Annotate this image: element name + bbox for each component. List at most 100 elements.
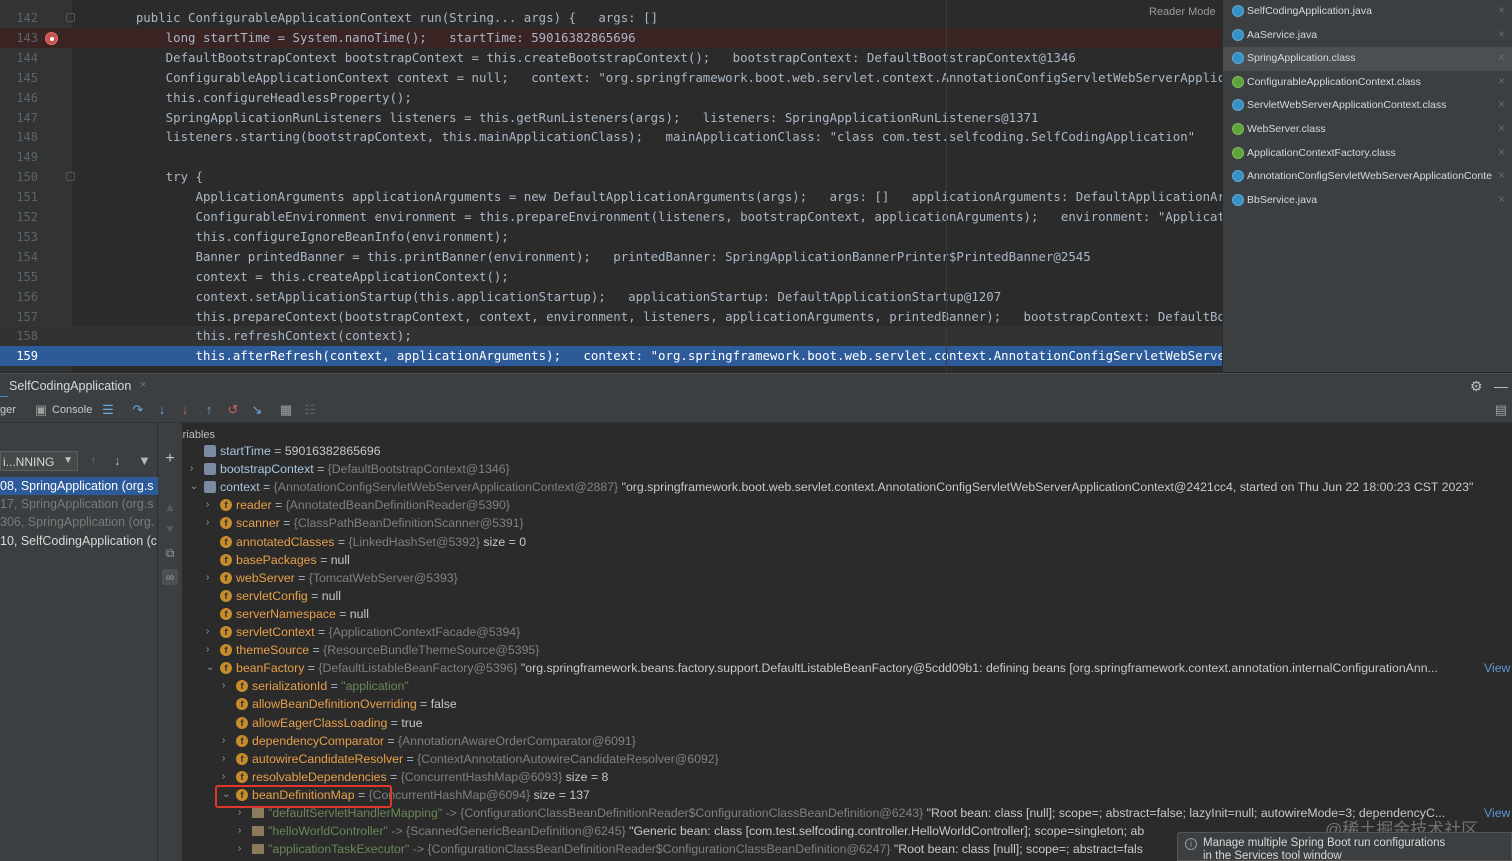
line-number[interactable]: 155 bbox=[0, 270, 38, 284]
variable-row[interactable]: › f serializationId = "application" bbox=[182, 677, 1512, 695]
code-line[interactable]: 156 context.setApplicationStartup(this.a… bbox=[0, 287, 1222, 307]
stack-frame[interactable]: 306, SpringApplication (org. bbox=[0, 513, 158, 531]
close-icon[interactable]: × bbox=[1498, 97, 1505, 111]
view-link[interactable]: View bbox=[1484, 804, 1510, 822]
evaluate-expression-icon[interactable]: ▦ bbox=[277, 401, 295, 419]
variable-row[interactable]: f allowEagerClassLoading = true bbox=[182, 714, 1512, 732]
code-line[interactable]: 158 this.refreshContext(context); bbox=[0, 326, 1222, 347]
file-item[interactable]: ServletWebServerApplicationContext.class… bbox=[1223, 94, 1512, 118]
variable-row[interactable]: › f webServer = {TomcatWebServer@5393} bbox=[182, 569, 1512, 587]
line-number[interactable]: 147 bbox=[0, 111, 38, 125]
layout-icon[interactable]: ☰ bbox=[99, 401, 117, 419]
line-number[interactable]: 143 bbox=[0, 31, 38, 45]
fold-icon[interactable] bbox=[66, 172, 75, 182]
collapsed-arrow-icon[interactable]: › bbox=[238, 822, 248, 840]
close-icon[interactable]: × bbox=[1498, 168, 1505, 182]
line-number[interactable]: 144 bbox=[0, 51, 38, 65]
variable-row[interactable]: f basePackages = null bbox=[182, 551, 1512, 569]
variable-row[interactable]: f allowBeanDefinitionOverriding = false bbox=[182, 695, 1512, 713]
code-line[interactable]: 144 DefaultBootstrapContext bootstrapCon… bbox=[0, 48, 1222, 68]
code-line[interactable]: 148 listeners.starting(bootstrapContext,… bbox=[0, 127, 1222, 147]
minimize-icon[interactable]: — bbox=[1494, 378, 1508, 394]
variable-row[interactable]: › f servletContext = {ApplicationContextFa… bbox=[182, 623, 1512, 641]
code-line[interactable]: 146 this.configureHeadlessProperty(); bbox=[0, 88, 1222, 108]
fold-icon[interactable] bbox=[66, 13, 75, 22]
code-line[interactable]: 154 Banner printedBanner = this.printBan… bbox=[0, 247, 1222, 267]
code-editor[interactable]: 142 public ConfigurableApplicationContex… bbox=[0, 0, 1222, 372]
line-number[interactable]: 149 bbox=[0, 150, 38, 164]
expanded-arrow-icon[interactable]: ⌄ bbox=[190, 478, 200, 496]
restore-layout-icon[interactable]: ▤ bbox=[1492, 401, 1510, 419]
filter-icon[interactable]: ▼ bbox=[138, 453, 151, 468]
expanded-arrow-icon[interactable]: ⌄ bbox=[206, 659, 216, 677]
code-line[interactable]: 149 bbox=[0, 147, 1222, 167]
add-watch-icon[interactable]: + bbox=[162, 451, 178, 467]
stack-frame[interactable]: 17, SpringApplication (org.s bbox=[0, 495, 158, 513]
stack-frame[interactable]: 08, SpringApplication (org.s bbox=[0, 477, 158, 495]
collapsed-arrow-icon[interactable]: › bbox=[206, 514, 216, 532]
file-item[interactable]: WebServer.class × bbox=[1223, 118, 1512, 142]
line-number[interactable]: 146 bbox=[0, 91, 38, 105]
code-line[interactable]: 142 public ConfigurableApplicationContex… bbox=[0, 8, 1222, 28]
collapsed-arrow-icon[interactable]: › bbox=[238, 840, 248, 858]
thread-selector[interactable]: i...NNING ▼ bbox=[0, 451, 78, 471]
stack-frame[interactable]: 10, SelfCodingApplication (c bbox=[0, 532, 158, 550]
variable-row[interactable]: f serverNamespace = null bbox=[182, 605, 1512, 623]
variable-row[interactable]: ⌄ f beanFactory = {DefaultListableBeanFact… bbox=[182, 659, 1512, 677]
code-line[interactable]: 153 this.configureIgnoreBeanInfo(environ… bbox=[0, 227, 1222, 247]
copy-icon[interactable]: ⧉ bbox=[162, 545, 178, 561]
collapsed-arrow-icon[interactable]: › bbox=[206, 623, 216, 641]
code-line[interactable]: 159 this.afterRefresh(context, applicati… bbox=[0, 346, 1222, 367]
line-number[interactable]: 151 bbox=[0, 190, 38, 204]
file-item[interactable]: AaService.java × bbox=[1223, 24, 1512, 48]
move-down-icon[interactable]: ▼ bbox=[162, 521, 178, 537]
line-number[interactable]: 157 bbox=[0, 310, 38, 324]
run-to-cursor-icon[interactable]: ↘ bbox=[248, 401, 266, 419]
line-number[interactable]: 145 bbox=[0, 71, 38, 85]
step-into-icon[interactable]: ↓ bbox=[153, 401, 171, 419]
file-item[interactable]: SelfCodingApplication.java × bbox=[1223, 0, 1512, 24]
collapsed-arrow-icon[interactable]: › bbox=[222, 677, 232, 695]
file-item[interactable]: ApplicationContextFactory.class × bbox=[1223, 142, 1512, 166]
variable-row[interactable]: › f themeSource = {ResourceBundleThemeSour… bbox=[182, 641, 1512, 659]
variable-row[interactable]: › f resolvableDependencies = {ConcurrentHa… bbox=[182, 768, 1512, 786]
debugger-tab[interactable]: ger bbox=[0, 404, 16, 416]
file-item[interactable]: ConfigurableApplicationContext.class × bbox=[1223, 71, 1512, 95]
collapsed-arrow-icon[interactable]: › bbox=[222, 768, 232, 786]
close-icon[interactable]: × bbox=[1498, 192, 1505, 206]
variable-row[interactable]: › f scanner = {ClassPathBeanDefinitionScan… bbox=[182, 514, 1512, 532]
step-over-icon[interactable]: ↷ bbox=[129, 401, 147, 419]
console-tab[interactable]: Console bbox=[52, 404, 92, 416]
line-number[interactable]: 153 bbox=[0, 230, 38, 244]
variable-row[interactable]: ⌄ context = {AnnotationConfigServletWebSe… bbox=[182, 478, 1512, 496]
collapsed-arrow-icon[interactable]: › bbox=[206, 496, 216, 514]
drop-frame-icon[interactable]: ↺ bbox=[224, 401, 242, 419]
gear-icon[interactable]: ⚙ bbox=[1470, 378, 1483, 395]
code-line[interactable]: 147 SpringApplicationRunListeners listen… bbox=[0, 108, 1222, 128]
variable-row[interactable]: f servletConfig = null bbox=[182, 587, 1512, 605]
variable-row[interactable]: f annotatedClasses = {LinkedHashSet@5392}… bbox=[182, 533, 1512, 551]
trace-icon[interactable]: ☷ bbox=[301, 401, 319, 419]
code-line[interactable]: 152 ConfigurableEnvironment environment … bbox=[0, 207, 1222, 227]
collapsed-arrow-icon[interactable]: › bbox=[190, 460, 200, 478]
code-line[interactable]: 157 this.prepareContext(bootstrapContext… bbox=[0, 307, 1222, 327]
close-icon[interactable]: × bbox=[1498, 145, 1505, 159]
line-number[interactable]: 148 bbox=[0, 130, 38, 144]
console-icon[interactable]: ▣ bbox=[32, 401, 50, 419]
services-notification[interactable]: i Manage multiple Spring Boot run config… bbox=[1177, 832, 1512, 861]
code-line[interactable]: 155 context = this.createApplicationCont… bbox=[0, 267, 1222, 287]
collapsed-arrow-icon[interactable]: › bbox=[206, 569, 216, 587]
breakpoint-icon[interactable] bbox=[45, 31, 58, 45]
variable-row[interactable]: › bootstrapContext = {DefaultBootstrapCon… bbox=[182, 460, 1512, 478]
show-watches-icon[interactable]: ∞ bbox=[162, 569, 178, 585]
file-item[interactable]: AnnotationConfigServletWebServerApplicat… bbox=[1223, 165, 1512, 189]
reader-mode-button[interactable]: Reader Mode bbox=[1145, 6, 1220, 18]
close-icon[interactable]: × bbox=[1498, 74, 1505, 88]
step-out-icon[interactable]: ↑ bbox=[200, 401, 218, 419]
tab-selfcodingapplication[interactable]: SelfCodingApplication × bbox=[0, 374, 146, 398]
close-tab-icon[interactable]: × bbox=[140, 379, 146, 391]
variable-row[interactable]: › f autowireCandidateResolver = {ContextAn… bbox=[182, 750, 1512, 768]
code-line[interactable]: 151 ApplicationArguments applicationArgu… bbox=[0, 187, 1222, 207]
move-up-icon[interactable]: ▲ bbox=[162, 499, 178, 515]
code-line[interactable]: 150 try { bbox=[0, 167, 1222, 187]
